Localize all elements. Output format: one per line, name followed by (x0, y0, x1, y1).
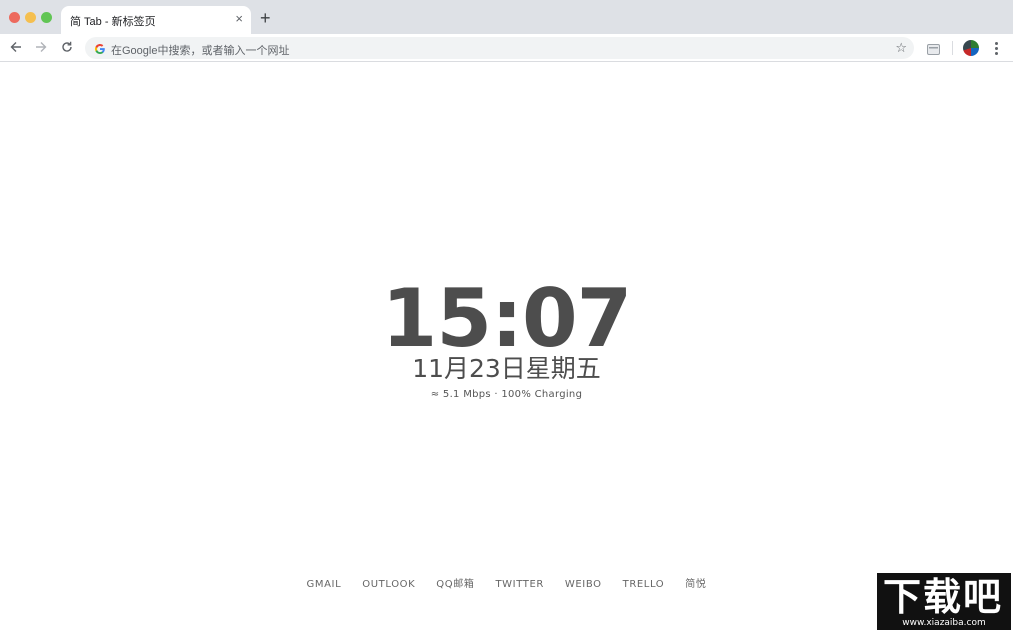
minimize-window-button[interactable] (25, 12, 36, 23)
clock-date: 11月23日星期五 (412, 354, 601, 383)
avatar[interactable] (963, 40, 979, 56)
zoom-window-button[interactable] (41, 12, 52, 23)
tab-strip: 简 Tab - 新标签页 × + (0, 0, 1013, 34)
toolbar-divider (952, 41, 953, 55)
watermark-brand: 下载吧 (883, 575, 1004, 619)
link-outlook[interactable]: OUTLOOK (362, 578, 415, 592)
clock-time: 15:07 (381, 272, 633, 365)
quick-links: GMAIL OUTLOOK QQ邮箱 TWITTER WEIBO TRELLO … (0, 578, 1013, 592)
forward-arrow-icon[interactable] (31, 37, 51, 57)
active-tab[interactable]: 简 Tab - 新标签页 × (61, 6, 251, 34)
link-twitter[interactable]: TWITTER (495, 578, 543, 592)
google-g-icon (94, 42, 106, 54)
link-weibo[interactable]: WEIBO (565, 578, 602, 592)
link-simpread[interactable]: 简悦 (685, 578, 706, 592)
tab-close-icon[interactable]: × (235, 12, 243, 26)
star-icon[interactable]: ☆ (895, 40, 907, 56)
watermark-logo: 下载吧 www.xiazaiba.com (877, 573, 1011, 630)
back-arrow-icon[interactable] (6, 37, 26, 57)
more-menu-icon[interactable] (990, 39, 1002, 57)
link-qq-mail[interactable]: QQ邮箱 (436, 578, 474, 592)
omnibox-placeholder[interactable]: 在Google中搜索，或者输入一个网址 (111, 42, 289, 58)
tab-title: 简 Tab - 新标签页 (70, 16, 156, 28)
address-bar[interactable]: 在Google中搜索，或者输入一个网址 ☆ (85, 37, 914, 59)
reload-icon[interactable] (57, 37, 77, 57)
new-tab-button[interactable]: + (260, 9, 271, 27)
link-gmail[interactable]: GMAIL (307, 578, 342, 592)
link-trello[interactable]: TRELLO (623, 578, 665, 592)
network-battery-status: ≈ 5.1 Mbps · 100% Charging (430, 389, 583, 400)
toolbar: 在Google中搜索，或者输入一个网址 ☆ (0, 34, 1013, 62)
extension-icon[interactable] (927, 42, 940, 55)
watermark-url: www.xiazaiba.com (902, 618, 986, 628)
close-window-button[interactable] (9, 12, 20, 23)
